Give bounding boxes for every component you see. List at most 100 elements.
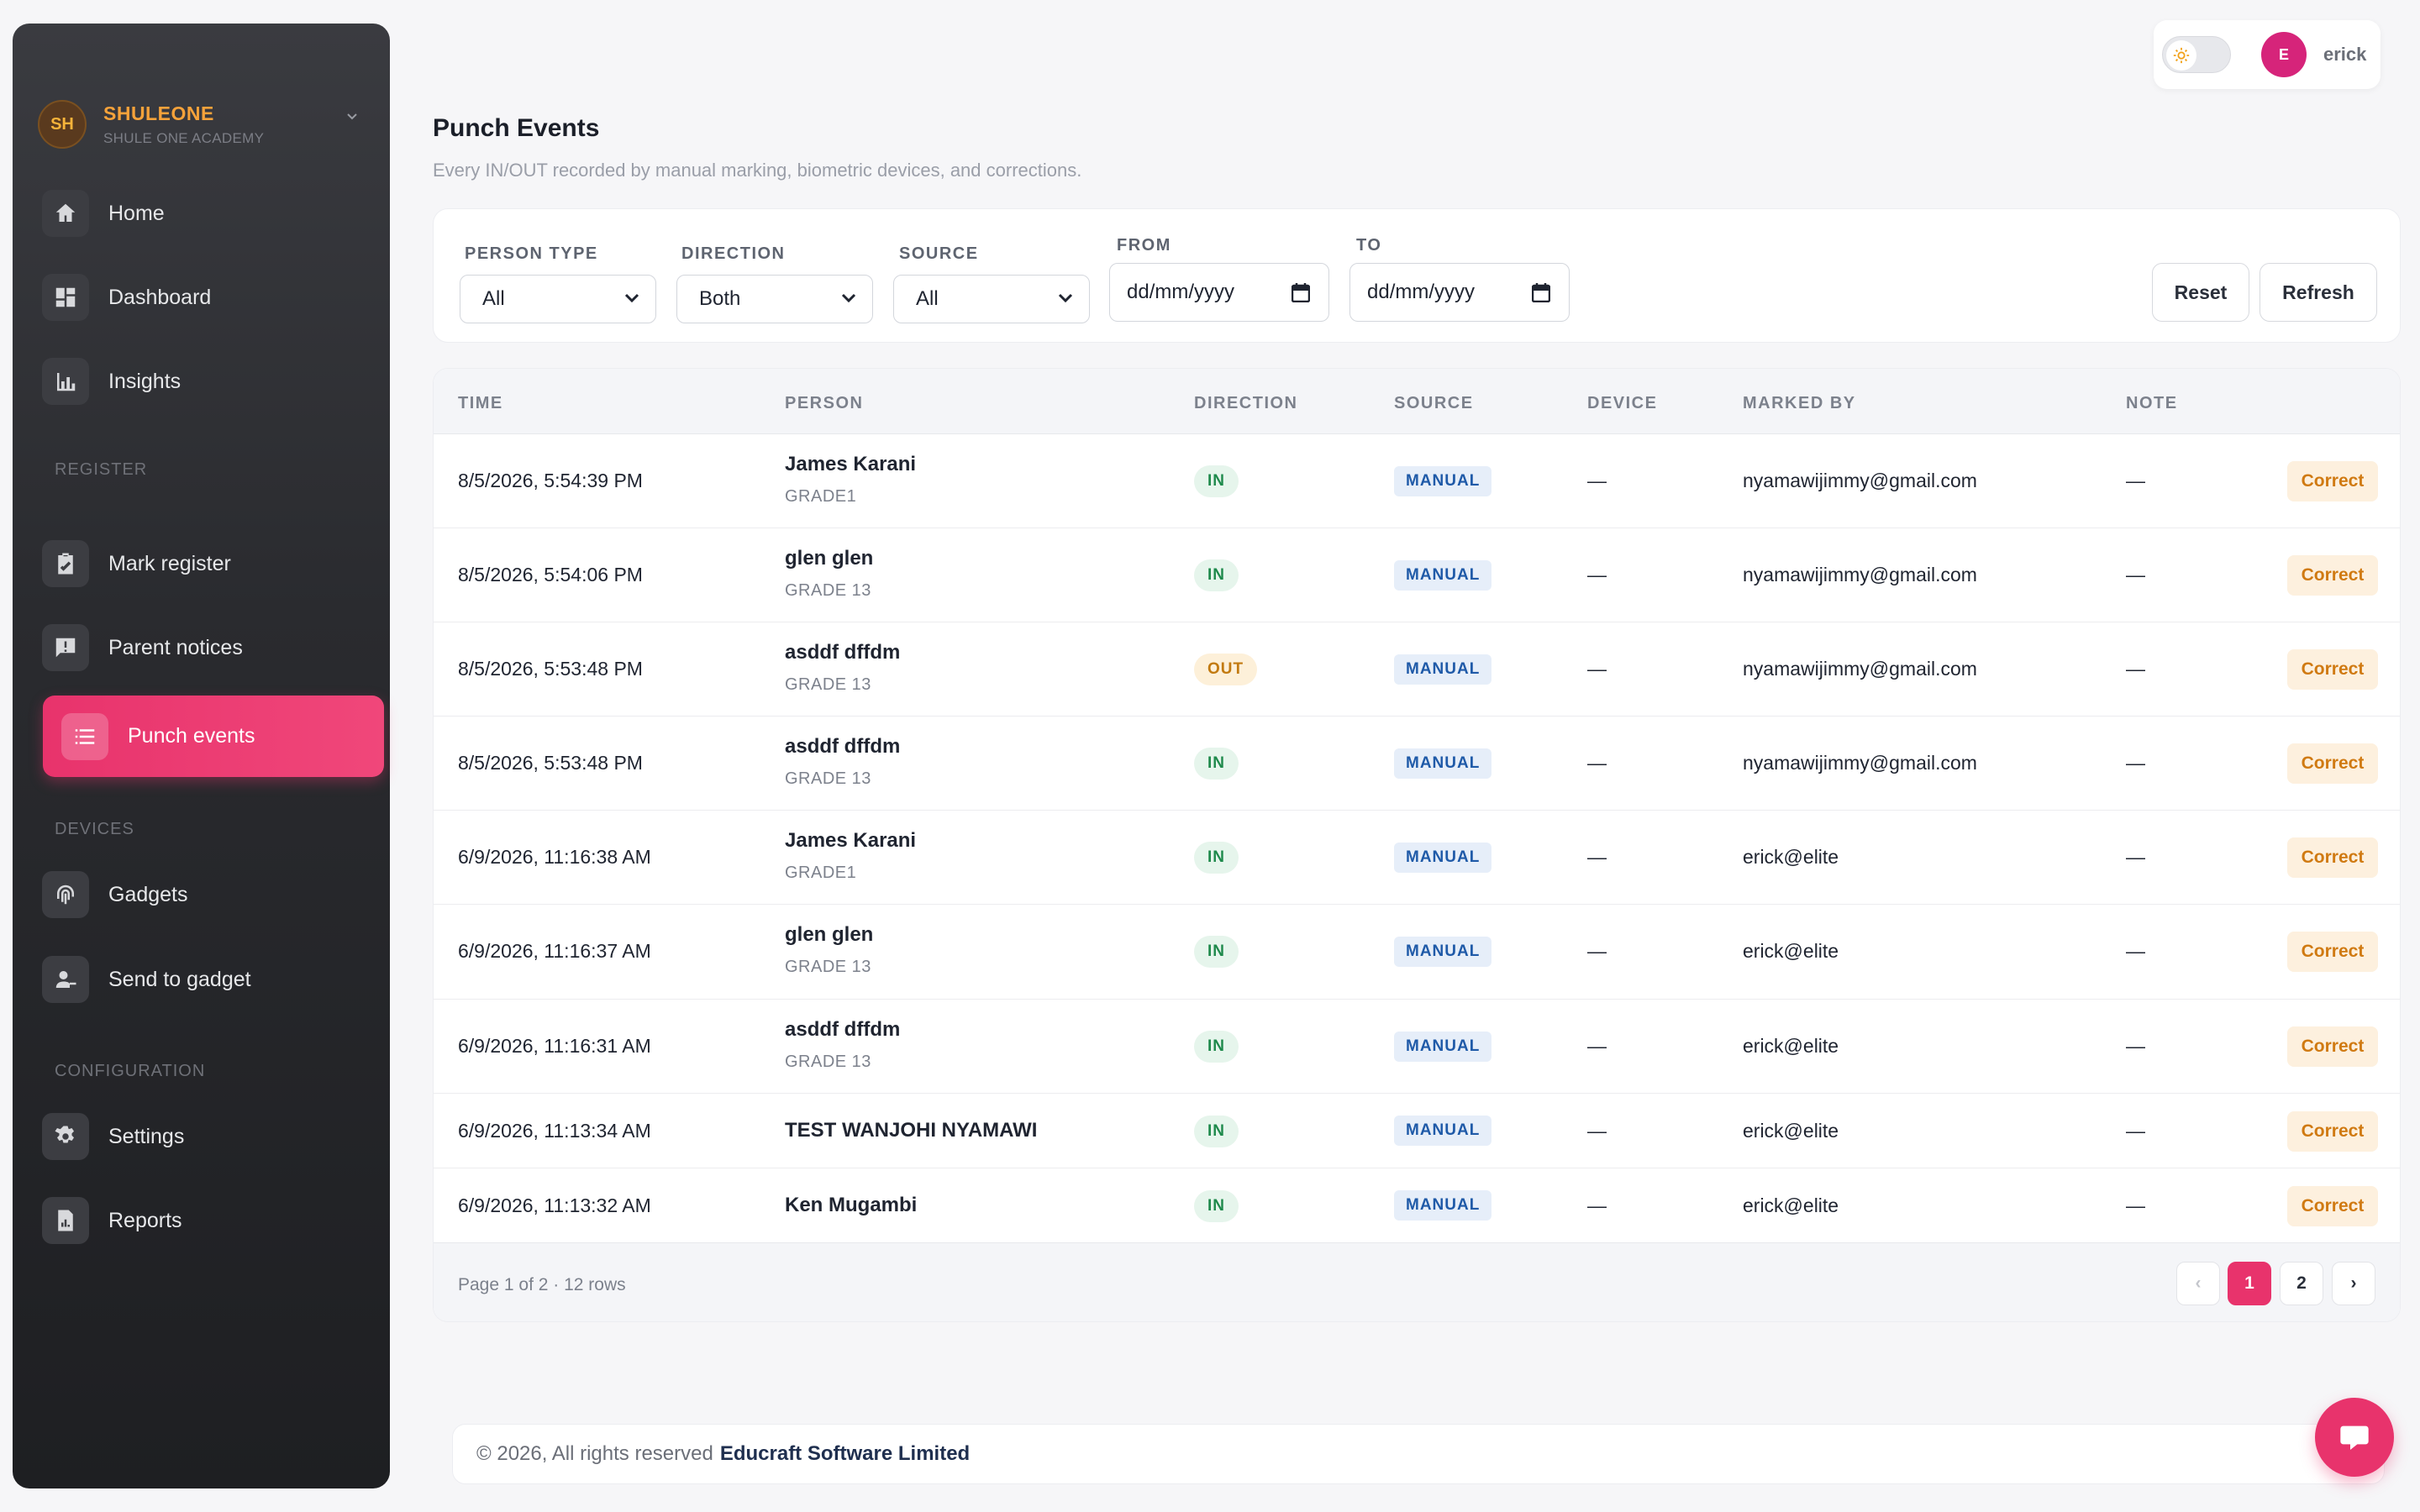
cell-note: — bbox=[2126, 470, 2145, 491]
brand-name: SHULEONE bbox=[103, 102, 214, 124]
sidebar-item-home[interactable]: Home bbox=[42, 180, 378, 247]
chevron-down-icon[interactable] bbox=[345, 109, 359, 127]
correct-button[interactable]: Correct bbox=[2287, 932, 2378, 972]
col-person: PERSON bbox=[785, 394, 864, 412]
calendar-icon[interactable] bbox=[1292, 282, 1310, 302]
sidebar-item-label: Punch events bbox=[128, 724, 255, 748]
table-row[interactable]: 8/5/2026, 5:54:39 PM James Karani GRADE1… bbox=[434, 434, 2400, 528]
source-badge: MANUAL bbox=[1394, 937, 1492, 967]
direction-badge: IN bbox=[1194, 748, 1239, 780]
table-row[interactable]: 6/9/2026, 11:16:38 AM James Karani GRADE… bbox=[434, 811, 2400, 905]
from-date-input[interactable]: dd/mm/yyyy bbox=[1109, 263, 1329, 322]
source-badge: MANUAL bbox=[1394, 654, 1492, 685]
avatar[interactable]: E bbox=[2261, 32, 2307, 77]
page-1-button[interactable]: 1 bbox=[2228, 1262, 2271, 1305]
cell-time: 8/5/2026, 5:53:48 PM bbox=[458, 752, 643, 774]
correct-button[interactable]: Correct bbox=[2287, 1186, 2378, 1226]
brand-switcher[interactable]: SH SHULEONE SHULE ONE ACADEMY bbox=[38, 91, 374, 158]
sidebar-item-dashboard[interactable]: Dashboard bbox=[42, 264, 378, 331]
cell-device: — bbox=[1587, 846, 1607, 868]
cell-person-grade: GRADE 13 bbox=[785, 581, 871, 600]
cell-note: — bbox=[2126, 1035, 2145, 1057]
correct-button[interactable]: Correct bbox=[2287, 1111, 2378, 1152]
cell-marked-by: erick@elite bbox=[1743, 940, 1839, 962]
col-time: TIME bbox=[458, 394, 503, 412]
sidebar-item-send-to-gadget[interactable]: Send to gadget bbox=[42, 946, 378, 1013]
chevron-down-icon bbox=[622, 287, 642, 312]
correct-button[interactable]: Correct bbox=[2287, 461, 2378, 501]
cell-device: — bbox=[1587, 470, 1607, 491]
section-devices: DEVICES bbox=[55, 820, 134, 838]
clipboard-check-icon bbox=[42, 540, 89, 587]
user-name[interactable]: erick bbox=[2323, 44, 2366, 66]
chat-button[interactable] bbox=[2315, 1398, 2394, 1477]
cell-note: — bbox=[2126, 1194, 2145, 1216]
cell-time: 8/5/2026, 5:53:48 PM bbox=[458, 658, 643, 680]
sidebar-item-parent-notices[interactable]: Parent notices bbox=[42, 614, 378, 681]
chevron-down-icon bbox=[839, 287, 859, 312]
refresh-button[interactable]: Refresh bbox=[2260, 263, 2377, 322]
page-2-button[interactable]: 2 bbox=[2280, 1262, 2323, 1305]
sidebar-item-insights[interactable]: Insights bbox=[42, 348, 378, 415]
sidebar-item-mark-register[interactable]: Mark register bbox=[42, 530, 378, 597]
table-row[interactable]: 6/9/2026, 11:16:37 AM glen glen GRADE 13… bbox=[434, 905, 2400, 1000]
table-row[interactable]: 8/5/2026, 5:53:48 PM asddf dffdm GRADE 1… bbox=[434, 717, 2400, 811]
cell-device: — bbox=[1587, 940, 1607, 962]
col-source: SOURCE bbox=[1394, 394, 1474, 412]
reset-button[interactable]: Reset bbox=[2152, 263, 2249, 322]
cell-time: 6/9/2026, 11:16:38 AM bbox=[458, 846, 651, 868]
source-badge: MANUAL bbox=[1394, 748, 1492, 779]
sidebar-item-gadgets[interactable]: Gadgets bbox=[42, 861, 378, 928]
sidebar-item-label: Home bbox=[108, 201, 165, 225]
cell-device: — bbox=[1587, 1035, 1607, 1057]
correct-button[interactable]: Correct bbox=[2287, 555, 2378, 596]
table-row[interactable]: 6/9/2026, 11:13:34 AM TEST WANJOHI NYAMA… bbox=[434, 1094, 2400, 1168]
cell-device: — bbox=[1587, 658, 1607, 680]
correct-button[interactable]: Correct bbox=[2287, 743, 2378, 784]
correct-button[interactable]: Correct bbox=[2287, 649, 2378, 690]
source-value: All bbox=[916, 287, 939, 310]
dashboard-icon bbox=[42, 274, 89, 321]
correct-button[interactable]: Correct bbox=[2287, 1026, 2378, 1067]
direction-select[interactable]: Both bbox=[676, 275, 873, 323]
cell-person-grade: GRADE1 bbox=[785, 864, 857, 882]
person-type-select[interactable]: All bbox=[460, 275, 656, 323]
table-row[interactable]: 8/5/2026, 5:54:06 PM glen glen GRADE 13 … bbox=[434, 528, 2400, 622]
table-row[interactable]: 8/5/2026, 5:53:48 PM asddf dffdm GRADE 1… bbox=[434, 622, 2400, 717]
table-row[interactable]: 6/9/2026, 11:13:32 AM Ken Mugambi IN MAN… bbox=[434, 1168, 2400, 1242]
cell-marked-by: erick@elite bbox=[1743, 1194, 1839, 1216]
pagination-info: Page 1 of 2 · 12 rows bbox=[458, 1275, 626, 1294]
punch-events-table: TIME PERSON DIRECTION SOURCE DEVICE MARK… bbox=[433, 368, 2401, 1322]
section-configuration: CONFIGURATION bbox=[55, 1062, 206, 1080]
source-select[interactable]: All bbox=[893, 275, 1090, 323]
sidebar-item-settings[interactable]: Settings bbox=[42, 1103, 378, 1170]
cell-marked-by: erick@elite bbox=[1743, 1120, 1839, 1142]
next-page-button[interactable]: › bbox=[2332, 1262, 2375, 1305]
cell-person-grade: GRADE 13 bbox=[785, 675, 871, 694]
table-row[interactable]: 6/9/2026, 11:16:31 AM asddf dffdm GRADE … bbox=[434, 1000, 2400, 1094]
cell-note: — bbox=[2126, 940, 2145, 962]
correct-button[interactable]: Correct bbox=[2287, 837, 2378, 878]
direction-badge: IN bbox=[1194, 1031, 1239, 1063]
source-badge: MANUAL bbox=[1394, 1032, 1492, 1062]
filters-card: PERSON TYPE All DIRECTION Both SOURCE Al… bbox=[433, 208, 2401, 343]
cell-time: 6/9/2026, 11:13:34 AM bbox=[458, 1120, 651, 1142]
prev-page-button[interactable]: ‹ bbox=[2176, 1262, 2220, 1305]
cell-person-name: Ken Mugambi bbox=[785, 1194, 918, 1216]
table-header: TIME PERSON DIRECTION SOURCE DEVICE MARK… bbox=[434, 369, 2400, 434]
notice-icon bbox=[42, 624, 89, 671]
cell-note: — bbox=[2126, 1120, 2145, 1142]
calendar-icon[interactable] bbox=[1532, 282, 1550, 302]
sidebar-item-punch-events[interactable]: Punch events bbox=[43, 696, 384, 777]
sidebar-item-reports[interactable]: Reports bbox=[42, 1187, 378, 1254]
col-device: DEVICE bbox=[1587, 394, 1658, 412]
sidebar-item-label: Reports bbox=[108, 1208, 182, 1232]
cell-device: — bbox=[1587, 752, 1607, 774]
to-date-input[interactable]: dd/mm/yyyy bbox=[1349, 263, 1570, 322]
theme-toggle[interactable] bbox=[2162, 36, 2231, 73]
cell-person-grade: GRADE 13 bbox=[785, 769, 871, 788]
source-badge: MANUAL bbox=[1394, 560, 1492, 591]
cell-device: — bbox=[1587, 564, 1607, 585]
source-badge: MANUAL bbox=[1394, 1116, 1492, 1146]
sidebar-item-label: Insights bbox=[108, 369, 182, 393]
